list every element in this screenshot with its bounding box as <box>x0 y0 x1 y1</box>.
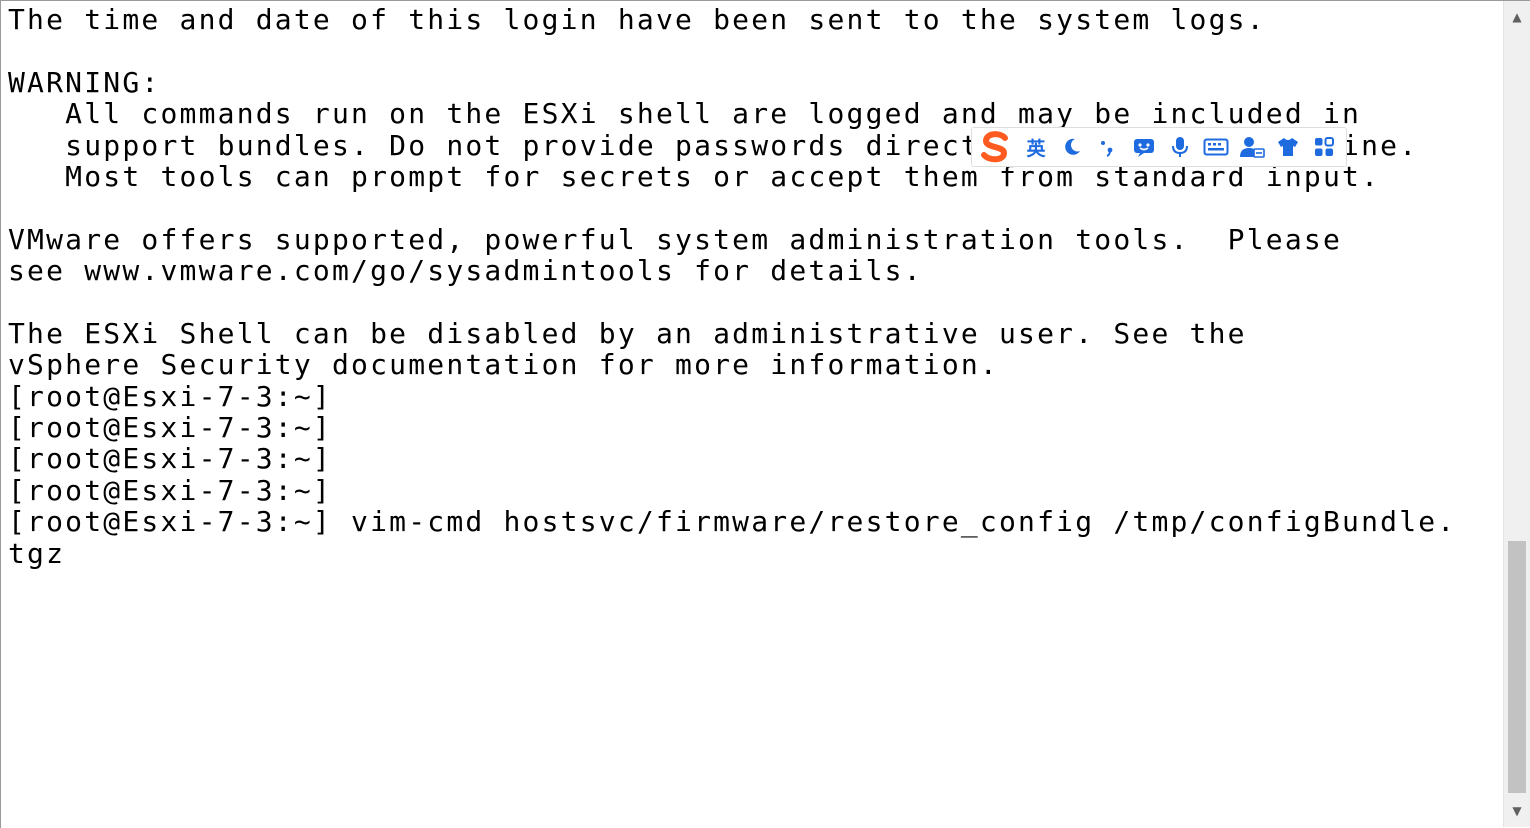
user-icon[interactable] <box>1234 127 1270 167</box>
terminal-window[interactable]: The time and date of this login have bee… <box>0 0 1530 828</box>
ime-mode-label: 英 <box>1026 137 1046 160</box>
terminal-line: The time and date of this login have bee… <box>8 3 1266 36</box>
terminal-line: vSphere Security documentation for more … <box>8 348 999 382</box>
terminal-output[interactable]: The time and date of this login have bee… <box>1 1 1501 827</box>
scroll-down-arrow-icon[interactable]: ▼ <box>1504 799 1530 823</box>
emoji-icon[interactable] <box>1126 127 1162 167</box>
terminal-line: WARNING: <box>8 65 161 99</box>
terminal-line: All commands run on the ESXi shell are l… <box>8 97 1362 131</box>
shirt-icon[interactable] <box>1270 127 1306 167</box>
ime-toolbar[interactable]: 英 <box>971 127 1347 167</box>
terminal-prompt-line: [root@Esxi-7-3:~] <box>8 473 332 507</box>
terminal-line: see www.vmware.com/go/sysadmintools for … <box>8 254 923 288</box>
terminal-prompt-line: [root@Esxi-7-3:~] <box>8 379 332 413</box>
terminal-prompt-line: [root@Esxi-7-3:~] <box>8 411 332 445</box>
terminal-command-line-wrap: tgz <box>8 536 66 570</box>
scrollbar-thumb[interactable] <box>1508 541 1526 793</box>
ime-mode-toggle[interactable]: 英 <box>1018 127 1054 167</box>
moon-icon[interactable] <box>1054 127 1090 167</box>
scroll-up-arrow-icon[interactable]: ▲ <box>1504 5 1530 29</box>
terminal-line: The ESXi Shell can be disabled by an adm… <box>8 316 1247 350</box>
terminal-line: VMware offers supported, powerful system… <box>8 222 1343 256</box>
terminal-command-line: [root@Esxi-7-3:~] vim-cmd hostsvc/firmwa… <box>8 505 1457 539</box>
apps-grid-icon[interactable] <box>1306 127 1342 167</box>
punctuation-icon[interactable] <box>1090 127 1126 167</box>
vertical-scrollbar[interactable]: ▲ ▼ <box>1503 1 1530 827</box>
terminal-prompt-line: [root@Esxi-7-3:~] <box>8 442 332 476</box>
terminal-lines: The time and date of this login have bee… <box>8 4 1456 569</box>
microphone-icon[interactable] <box>1162 127 1198 167</box>
keyboard-icon[interactable] <box>1198 127 1234 167</box>
sogou-logo-icon[interactable] <box>972 127 1018 167</box>
